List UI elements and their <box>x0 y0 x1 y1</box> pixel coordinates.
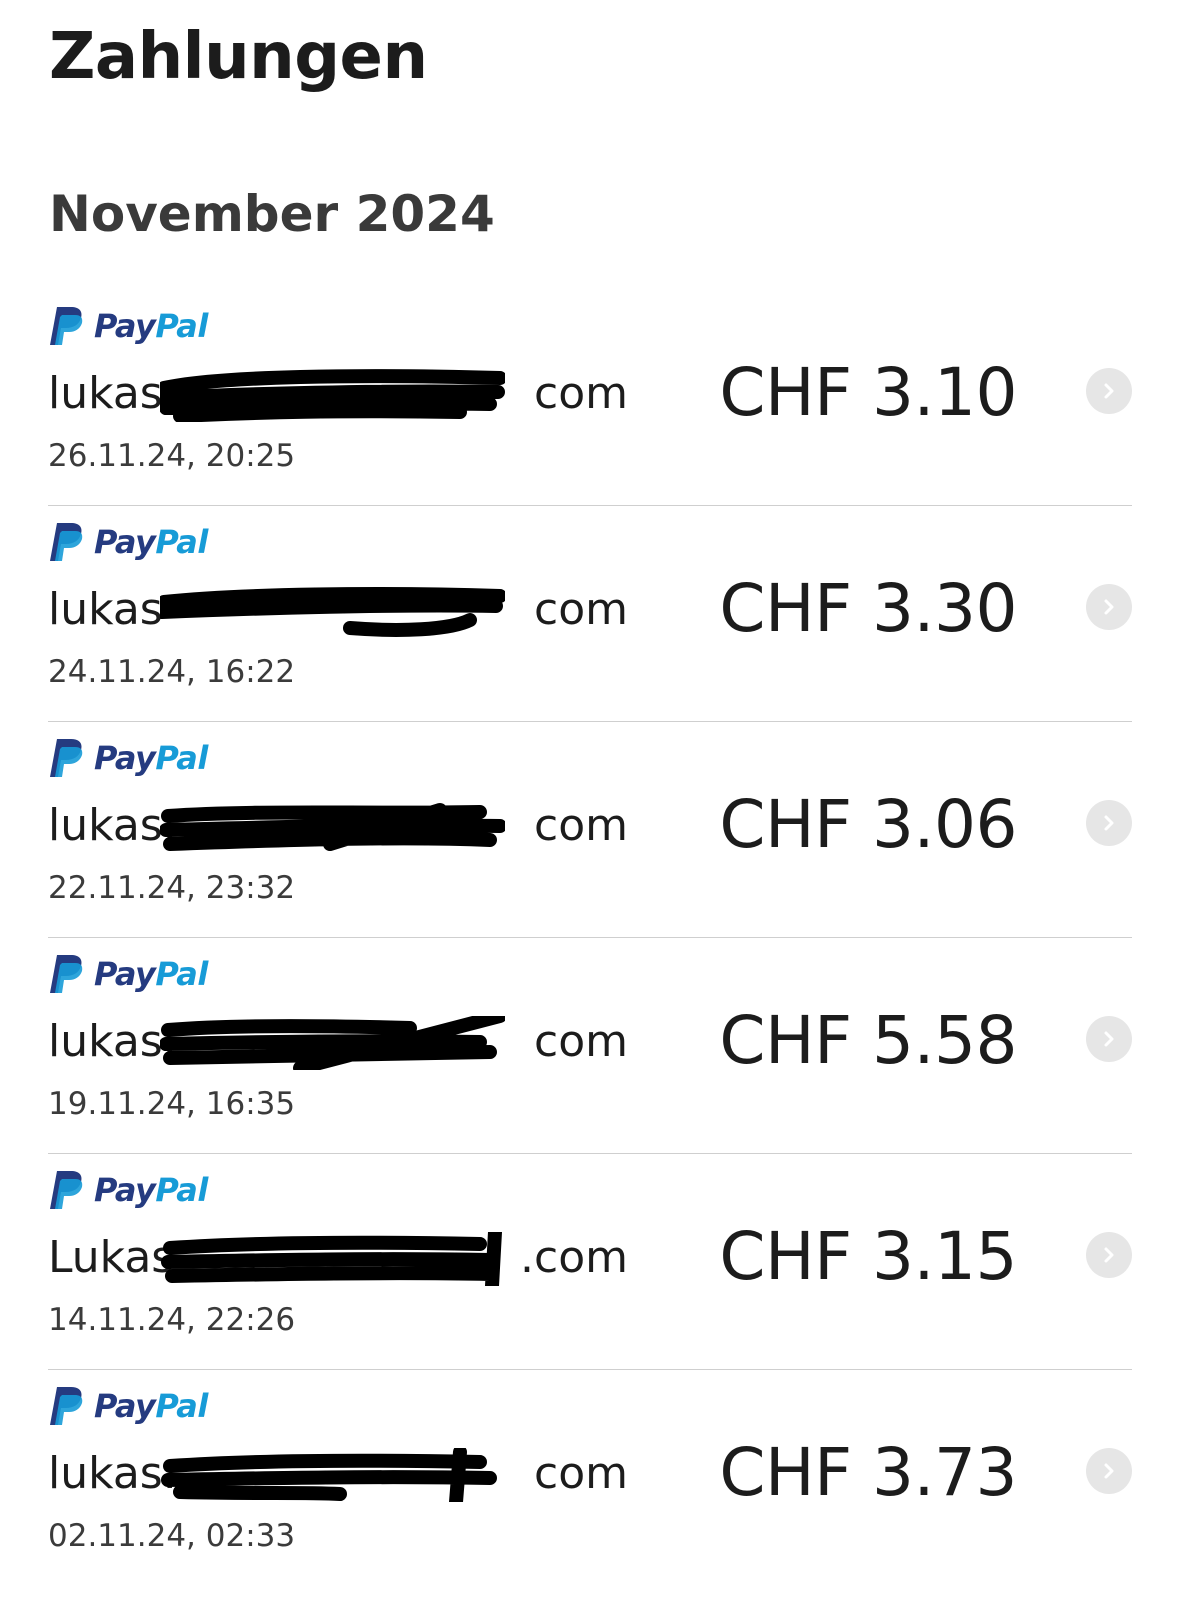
paypal-icon <box>50 1387 83 1425</box>
email-suffix: com <box>534 584 628 635</box>
paypal-wordmark-pay: Pay <box>94 1171 156 1209</box>
payment-amount: CHF 3.06 <box>719 786 1017 863</box>
email-prefix: lukas. <box>48 1448 177 1499</box>
payment-amount: CHF 5.58 <box>719 1002 1017 1079</box>
payer-email: lukas. com <box>48 1012 628 1072</box>
payer-email: lukas com <box>48 364 628 424</box>
email-prefix: Lukas <box>48 1232 175 1283</box>
redaction-scribble <box>160 1016 505 1070</box>
redaction-scribble <box>161 1448 497 1502</box>
paypal-logo: PayPal <box>48 1168 208 1212</box>
redaction-scribble <box>161 1232 502 1286</box>
chevron-right-icon[interactable] <box>1086 1016 1132 1062</box>
payment-amount: CHF 3.10 <box>719 354 1017 431</box>
payment-date: 14.11.24, 22:26 <box>48 1302 296 1338</box>
redaction-scribble <box>160 369 505 422</box>
payment-row[interactable]: PayPal lukas com 26.11.24, 20:25 CHF 3.1… <box>48 290 1132 506</box>
payment-row[interactable]: PayPal lukas com 24.11.24, 16:22 CHF 3.3… <box>48 506 1132 722</box>
paypal-logo: PayPal <box>48 520 208 564</box>
paypal-wordmark-pal: Pal <box>155 1171 208 1209</box>
paypal-wordmark-pay: Pay <box>94 1387 156 1425</box>
email-suffix: com <box>534 800 628 851</box>
chevron-right-icon[interactable] <box>1086 368 1132 414</box>
chevron-right-icon[interactable] <box>1086 1232 1132 1278</box>
paypal-wordmark-pay: Pay <box>94 523 156 561</box>
paypal-logo: PayPal <box>48 952 208 996</box>
payment-date: 24.11.24, 16:22 <box>48 654 296 690</box>
payment-amount: CHF 3.73 <box>719 1434 1017 1511</box>
payer-email: Lukas .com <box>48 1228 628 1288</box>
payer-email: lukas com <box>48 580 628 640</box>
section-month-header: November 2024 <box>49 185 495 243</box>
paypal-icon <box>50 955 83 993</box>
email-prefix: lukas <box>48 368 163 419</box>
paypal-wordmark-pal: Pal <box>155 955 208 993</box>
payments-list: PayPal lukas com 26.11.24, 20:25 CHF 3.1… <box>48 290 1132 1586</box>
payment-date: 22.11.24, 23:32 <box>48 870 296 906</box>
payment-row[interactable]: PayPal Lukas .com 14.11.24, 22:26 CHF 3.… <box>48 1154 1132 1370</box>
paypal-wordmark-pal: Pal <box>155 307 208 345</box>
paypal-wordmark-pay: Pay <box>94 739 156 777</box>
payment-row[interactable]: PayPal lukas. com 19.11.24, 16:35 CHF 5.… <box>48 938 1132 1154</box>
chevron-right-icon[interactable] <box>1086 800 1132 846</box>
paypal-wordmark-pal: Pal <box>155 1387 208 1425</box>
payer-email: lukas. com <box>48 1444 628 1504</box>
email-suffix: com <box>534 1016 628 1067</box>
payer-email: lukas. com <box>48 796 628 856</box>
paypal-logo: PayPal <box>48 304 208 348</box>
payment-row[interactable]: PayPal lukas. com 22.11.24, 23:32 CHF 3.… <box>48 722 1132 938</box>
chevron-right-icon[interactable] <box>1086 584 1132 630</box>
email-prefix: lukas. <box>48 800 177 851</box>
redaction-scribble <box>160 803 505 851</box>
payment-date: 02.11.24, 02:33 <box>48 1518 296 1554</box>
paypal-wordmark-pal: Pal <box>155 739 208 777</box>
payment-amount: CHF 3.30 <box>719 570 1017 647</box>
paypal-wordmark-pal: Pal <box>155 523 208 561</box>
email-suffix: com <box>534 368 628 419</box>
payment-date: 19.11.24, 16:35 <box>48 1086 296 1122</box>
paypal-icon <box>50 1171 83 1209</box>
paypal-logo: PayPal <box>48 1384 208 1428</box>
paypal-wordmark-pay: Pay <box>94 307 156 345</box>
email-suffix: .com <box>520 1232 628 1283</box>
email-suffix: com <box>534 1448 628 1499</box>
paypal-logo: PayPal <box>48 736 208 780</box>
paypal-wordmark-pay: Pay <box>94 955 156 993</box>
page-title: Zahlungen <box>49 20 428 94</box>
payment-amount: CHF 3.15 <box>719 1218 1017 1295</box>
email-prefix: lukas. <box>48 1016 177 1067</box>
paypal-icon <box>50 739 83 777</box>
paypal-icon <box>50 523 83 561</box>
paypal-icon <box>50 307 83 345</box>
chevron-right-icon[interactable] <box>1086 1448 1132 1494</box>
redaction-scribble <box>160 587 505 637</box>
payment-row[interactable]: PayPal lukas. com 02.11.24, 02:33 CHF 3.… <box>48 1370 1132 1586</box>
payment-date: 26.11.24, 20:25 <box>48 438 296 474</box>
email-prefix: lukas <box>48 584 163 635</box>
